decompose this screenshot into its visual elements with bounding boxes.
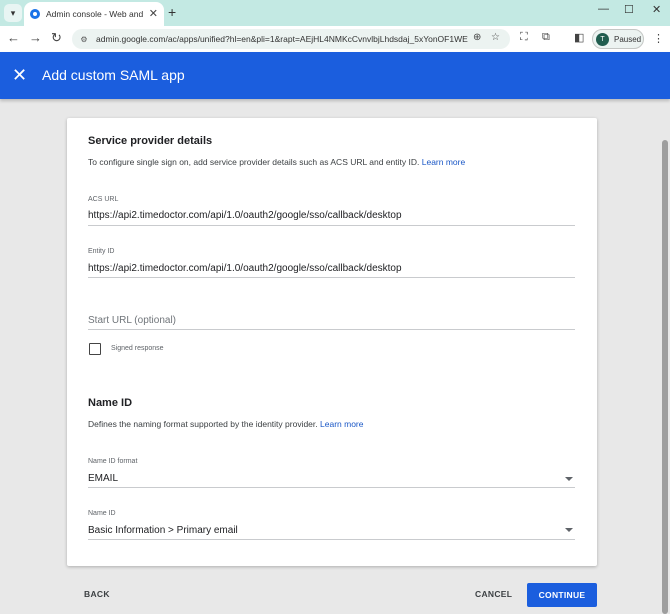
tab-close-icon[interactable]: ✕ bbox=[149, 7, 158, 20]
signed-response-label: Signed response bbox=[111, 345, 164, 352]
extensions-icon[interactable]: ⧉ bbox=[542, 31, 550, 44]
name-id-chevron-down-icon[interactable] bbox=[565, 528, 573, 532]
screen-capture-icon[interactable]: ⛶ bbox=[520, 31, 528, 44]
tab-title: Admin console - Web and mot bbox=[46, 9, 146, 19]
name-id-format-chevron-down-icon[interactable] bbox=[565, 477, 573, 481]
cancel-button[interactable]: CANCEL bbox=[475, 589, 512, 599]
back-arrow-icon[interactable]: ← bbox=[7, 30, 20, 45]
entity-id-underline bbox=[88, 277, 575, 278]
app-header: ✕ Add custom SAML app bbox=[0, 52, 670, 99]
window-close-button[interactable]: ✕ bbox=[652, 3, 661, 16]
name-id-select[interactable]: Basic Information > Primary email bbox=[88, 525, 238, 536]
new-tab-button[interactable]: + bbox=[168, 4, 176, 20]
browser-toolbar: ← → ↻ ⚙ admin.google.com/ac/apps/unified… bbox=[0, 26, 670, 52]
service-provider-description: To configure single sign on, add service… bbox=[88, 157, 465, 167]
start-url-underline bbox=[88, 329, 575, 330]
name-id-format-underline bbox=[88, 487, 575, 488]
page-title: Add custom SAML app bbox=[42, 67, 185, 83]
name-id-underline bbox=[88, 539, 575, 540]
back-button[interactable]: BACK bbox=[84, 589, 110, 599]
site-info-icon[interactable]: ⚙ bbox=[78, 33, 90, 45]
name-id-learn-more-link[interactable]: Learn more bbox=[320, 419, 363, 429]
side-panel-icon[interactable]: ◧ bbox=[574, 31, 584, 44]
learn-more-link[interactable]: Learn more bbox=[422, 157, 465, 167]
name-id-format-select[interactable]: EMAIL bbox=[88, 473, 118, 484]
service-provider-description-text: To configure single sign on, add service… bbox=[88, 157, 420, 167]
name-id-format-label: Name ID format bbox=[88, 458, 138, 465]
continue-button[interactable]: CONTINUE bbox=[527, 583, 597, 607]
address-bar[interactable]: ⚙ admin.google.com/ac/apps/unified?hl=en… bbox=[72, 29, 510, 49]
profile-status: Paused bbox=[614, 34, 642, 44]
url-text[interactable]: admin.google.com/ac/apps/unified?hl=en&p… bbox=[96, 34, 468, 44]
close-icon[interactable]: ✕ bbox=[12, 65, 27, 85]
acs-url-underline bbox=[88, 225, 575, 226]
saml-config-card: Service provider details To configure si… bbox=[67, 118, 597, 566]
name-id-title: Name ID bbox=[88, 397, 133, 409]
browser-menu-icon[interactable]: ⋮ bbox=[653, 32, 664, 45]
profile-button[interactable]: T Paused bbox=[592, 29, 644, 49]
bookmark-star-icon[interactable]: ☆ bbox=[491, 32, 500, 43]
start-url-field[interactable]: Start URL (optional) bbox=[88, 315, 176, 326]
name-id-description: Defines the naming format supported by t… bbox=[88, 419, 363, 429]
maximize-button[interactable]: ☐ bbox=[624, 3, 634, 16]
page-scrollbar[interactable] bbox=[662, 140, 668, 614]
reload-icon[interactable]: ↻ bbox=[51, 30, 62, 46]
browser-tab-bar: ▾ Admin console - Web and mot ✕ + — ☐ ✕ bbox=[0, 0, 670, 26]
acs-url-field[interactable]: https://api2.timedoctor.com/api/1.0/oaut… bbox=[88, 210, 402, 221]
zoom-icon[interactable]: ⊕ bbox=[473, 32, 481, 43]
acs-url-label: ACS URL bbox=[88, 196, 119, 203]
name-id-description-text: Defines the naming format supported by t… bbox=[88, 419, 318, 429]
forward-arrow-icon[interactable]: → bbox=[29, 30, 42, 45]
minimize-button[interactable]: — bbox=[598, 3, 609, 15]
avatar: T bbox=[596, 32, 609, 46]
service-provider-title: Service provider details bbox=[88, 135, 213, 147]
entity-id-label: Entity ID bbox=[88, 248, 115, 255]
signed-response-checkbox[interactable] bbox=[89, 343, 101, 355]
entity-id-field[interactable]: https://api2.timedoctor.com/api/1.0/oaut… bbox=[88, 263, 402, 274]
browser-tab[interactable]: Admin console - Web and mot ✕ bbox=[24, 2, 164, 26]
admin-console-favicon-icon bbox=[30, 9, 40, 19]
tab-search-chevron-icon[interactable]: ▾ bbox=[4, 4, 22, 22]
name-id-label: Name ID bbox=[88, 510, 116, 517]
